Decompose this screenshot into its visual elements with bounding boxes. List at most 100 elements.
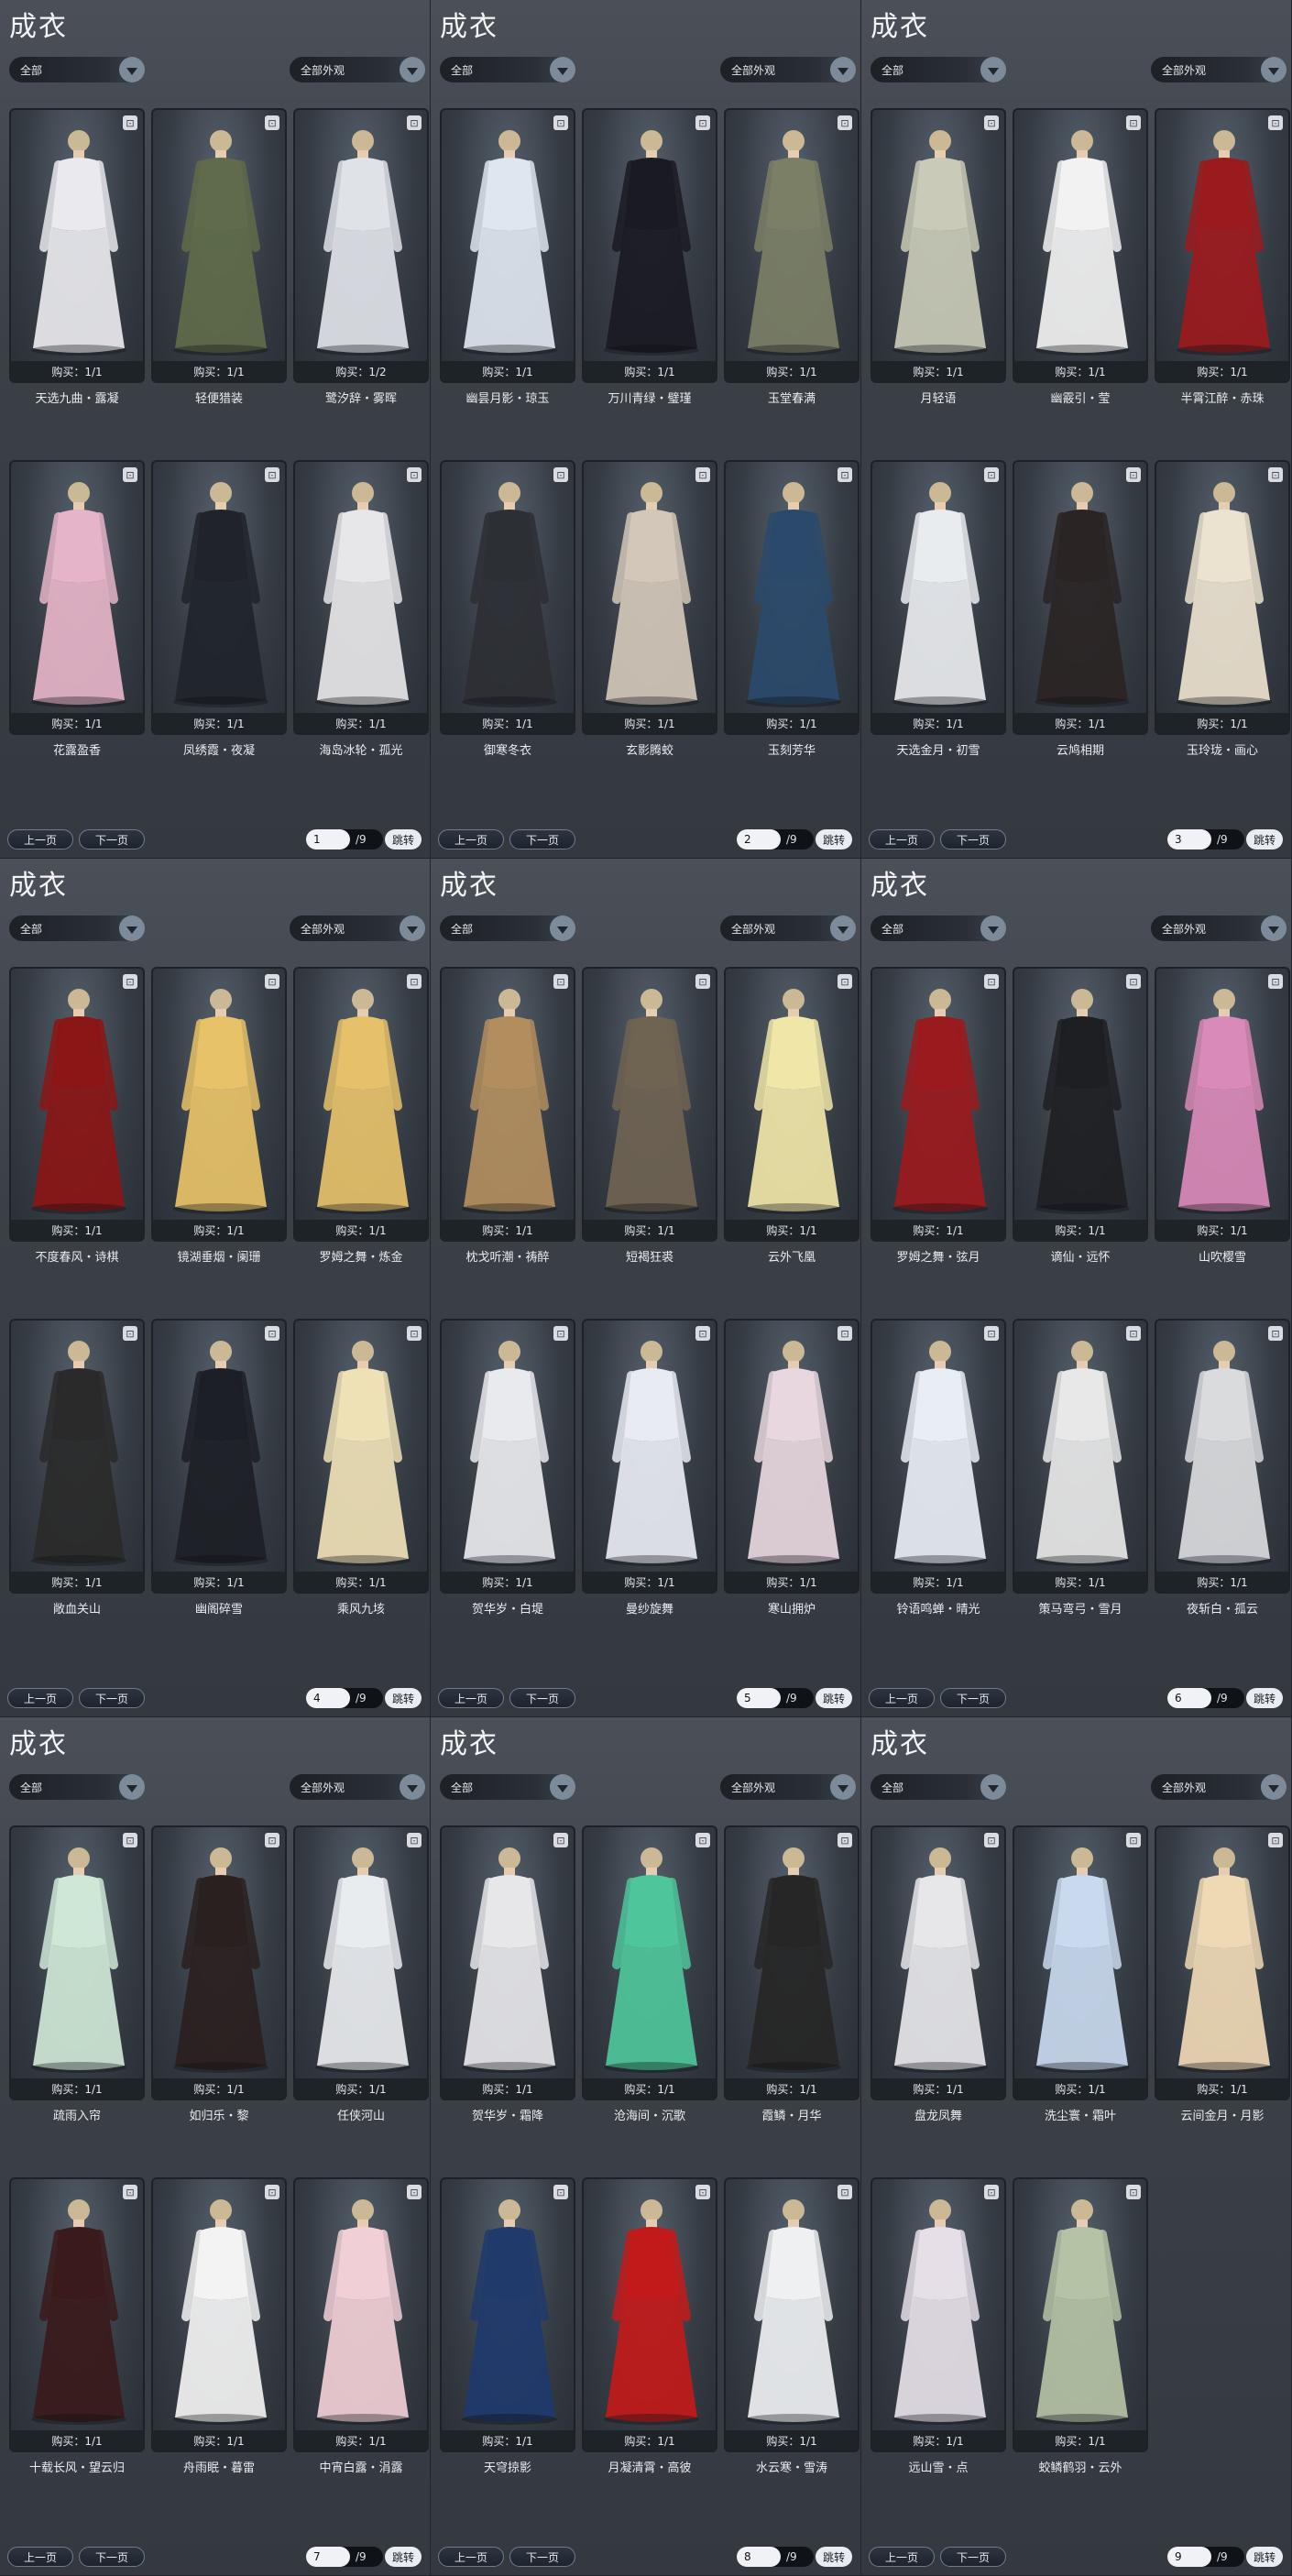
jump-button[interactable]: 跳转	[385, 1688, 422, 1708]
filter-dropdown-all[interactable]: 全部	[440, 1774, 575, 1800]
outfit-card[interactable]: ⊡ 购买：1/1	[582, 1825, 717, 2100]
page-number-input[interactable]: 8	[737, 2547, 781, 2567]
next-page-button[interactable]: 下一页	[509, 1688, 575, 1708]
filter-dropdown-all[interactable]: 全部	[870, 915, 1006, 941]
outfit-card[interactable]: ⊡ 购买：1/1	[724, 108, 860, 383]
outfit-card[interactable]: ⊡ 购买：1/1	[1013, 1825, 1148, 2100]
outfit-card[interactable]: ⊡ 购买：1/1	[293, 460, 429, 735]
filter-dropdown-all[interactable]: 全部	[440, 915, 575, 941]
jump-button[interactable]: 跳转	[1246, 829, 1283, 850]
outfit-card[interactable]: ⊡ 购买：1/1	[582, 108, 717, 383]
outfit-card[interactable]: ⊡ 购买：1/1	[293, 2177, 429, 2452]
outfit-card[interactable]: ⊡ 购买：1/1	[9, 2177, 145, 2452]
outfit-card[interactable]: ⊡ 购买：1/1	[1013, 460, 1148, 735]
page-number-input[interactable]: 9	[1167, 2547, 1211, 2567]
outfit-card[interactable]: ⊡ 购买：1/1	[9, 1825, 145, 2100]
outfit-card[interactable]: ⊡ 购买：1/1	[151, 1825, 287, 2100]
prev-page-button[interactable]: 上一页	[7, 829, 73, 850]
prev-page-button[interactable]: 上一页	[7, 2547, 73, 2567]
outfit-card[interactable]: ⊡ 购买：1/1	[440, 460, 575, 735]
next-page-button[interactable]: 下一页	[79, 829, 145, 850]
outfit-card[interactable]: ⊡ 购买：1/1	[582, 967, 717, 1242]
outfit-card[interactable]: ⊡ 购买：1/1	[870, 967, 1006, 1242]
outfit-card[interactable]: ⊡ 购买：1/1	[293, 1825, 429, 2100]
outfit-card[interactable]: ⊡ 购买：1/1	[1013, 1319, 1148, 1594]
next-page-button[interactable]: 下一页	[509, 2547, 575, 2567]
filter-dropdown-all[interactable]: 全部	[9, 915, 145, 941]
jump-button[interactable]: 跳转	[385, 829, 422, 850]
outfit-card[interactable]: ⊡ 购买：1/1	[870, 1319, 1006, 1594]
outfit-card[interactable]: ⊡ 购买：1/1	[870, 1825, 1006, 2100]
outfit-card[interactable]: ⊡ 购买：1/1	[1155, 1319, 1290, 1594]
prev-page-button[interactable]: 上一页	[869, 2547, 935, 2567]
outfit-card[interactable]: ⊡ 购买：1/1	[151, 108, 287, 383]
outfit-card[interactable]: ⊡ 购买：1/1	[1155, 1825, 1290, 2100]
filter-dropdown-appearance[interactable]: 全部外观	[1151, 1774, 1287, 1800]
prev-page-button[interactable]: 上一页	[438, 2547, 504, 2567]
page-number-input[interactable]: 1	[306, 829, 350, 850]
outfit-card[interactable]: ⊡ 购买：1/1	[151, 1319, 287, 1594]
outfit-card[interactable]: ⊡ 购买：1/1	[9, 460, 145, 735]
outfit-card[interactable]: ⊡ 购买：1/1	[293, 1319, 429, 1594]
outfit-card[interactable]: ⊡ 购买：1/1	[151, 967, 287, 1242]
outfit-card[interactable]: ⊡ 购买：1/1	[151, 460, 287, 735]
outfit-card[interactable]: ⊡ 购买：1/1	[1155, 108, 1290, 383]
prev-page-button[interactable]: 上一页	[869, 829, 935, 850]
next-page-button[interactable]: 下一页	[940, 1688, 1006, 1708]
page-number-input[interactable]: 4	[306, 1688, 350, 1708]
outfit-card[interactable]: ⊡ 购买：1/1	[582, 2177, 717, 2452]
outfit-card[interactable]: ⊡ 购买：1/1	[1013, 108, 1148, 383]
jump-button[interactable]: 跳转	[816, 2547, 852, 2567]
prev-page-button[interactable]: 上一页	[7, 1688, 73, 1708]
outfit-card[interactable]: ⊡ 购买：1/1	[9, 1319, 145, 1594]
outfit-card[interactable]: ⊡ 购买：1/2	[293, 108, 429, 383]
page-number-input[interactable]: 3	[1167, 829, 1211, 850]
prev-page-button[interactable]: 上一页	[869, 1688, 935, 1708]
next-page-button[interactable]: 下一页	[940, 829, 1006, 850]
outfit-card[interactable]: ⊡ 购买：1/1	[1155, 967, 1290, 1242]
outfit-card[interactable]: ⊡ 购买：1/1	[870, 2177, 1006, 2452]
outfit-card[interactable]: ⊡ 购买：1/1	[440, 108, 575, 383]
next-page-button[interactable]: 下一页	[940, 2547, 1006, 2567]
filter-dropdown-all[interactable]: 全部	[9, 1774, 145, 1800]
page-number-input[interactable]: 5	[737, 1688, 781, 1708]
filter-dropdown-all[interactable]: 全部	[870, 1774, 1006, 1800]
filter-dropdown-all[interactable]: 全部	[9, 57, 145, 82]
filter-dropdown-all[interactable]: 全部	[870, 57, 1006, 82]
filter-dropdown-appearance[interactable]: 全部外观	[720, 57, 856, 82]
outfit-card[interactable]: ⊡ 购买：1/1	[293, 967, 429, 1242]
outfit-card[interactable]: ⊡ 购买：1/1	[1155, 460, 1290, 735]
outfit-card[interactable]: ⊡ 购买：1/1	[724, 967, 860, 1242]
prev-page-button[interactable]: 上一页	[438, 1688, 504, 1708]
outfit-card[interactable]: ⊡ 购买：1/1	[724, 1319, 860, 1594]
jump-button[interactable]: 跳转	[1246, 1688, 1283, 1708]
outfit-card[interactable]: ⊡ 购买：1/1	[440, 967, 575, 1242]
outfit-card[interactable]: ⊡ 购买：1/1	[9, 967, 145, 1242]
jump-button[interactable]: 跳转	[816, 829, 852, 850]
outfit-card[interactable]: ⊡ 购买：1/1	[151, 2177, 287, 2452]
page-number-input[interactable]: 6	[1167, 1688, 1211, 1708]
next-page-button[interactable]: 下一页	[509, 829, 575, 850]
outfit-card[interactable]: ⊡ 购买：1/1	[440, 1319, 575, 1594]
outfit-card[interactable]: ⊡ 购买：1/1	[724, 2177, 860, 2452]
outfit-card[interactable]: ⊡ 购买：1/1	[870, 460, 1006, 735]
prev-page-button[interactable]: 上一页	[438, 829, 504, 850]
filter-dropdown-appearance[interactable]: 全部外观	[720, 915, 856, 941]
filter-dropdown-appearance[interactable]: 全部外观	[1151, 915, 1287, 941]
outfit-card[interactable]: ⊡ 购买：1/1	[9, 108, 145, 383]
jump-button[interactable]: 跳转	[1246, 2547, 1283, 2567]
filter-dropdown-appearance[interactable]: 全部外观	[290, 915, 425, 941]
outfit-card[interactable]: ⊡ 购买：1/1	[724, 460, 860, 735]
next-page-button[interactable]: 下一页	[79, 1688, 145, 1708]
page-number-input[interactable]: 7	[306, 2547, 350, 2567]
outfit-card[interactable]: ⊡ 购买：1/1	[724, 1825, 860, 2100]
outfit-card[interactable]: ⊡ 购买：1/1	[870, 108, 1006, 383]
filter-dropdown-appearance[interactable]: 全部外观	[720, 1774, 856, 1800]
outfit-card[interactable]: ⊡ 购买：1/1	[582, 1319, 717, 1594]
jump-button[interactable]: 跳转	[816, 1688, 852, 1708]
filter-dropdown-all[interactable]: 全部	[440, 57, 575, 82]
page-number-input[interactable]: 2	[737, 829, 781, 850]
outfit-card[interactable]: ⊡ 购买：1/1	[582, 460, 717, 735]
filter-dropdown-appearance[interactable]: 全部外观	[290, 57, 425, 82]
jump-button[interactable]: 跳转	[385, 2547, 422, 2567]
